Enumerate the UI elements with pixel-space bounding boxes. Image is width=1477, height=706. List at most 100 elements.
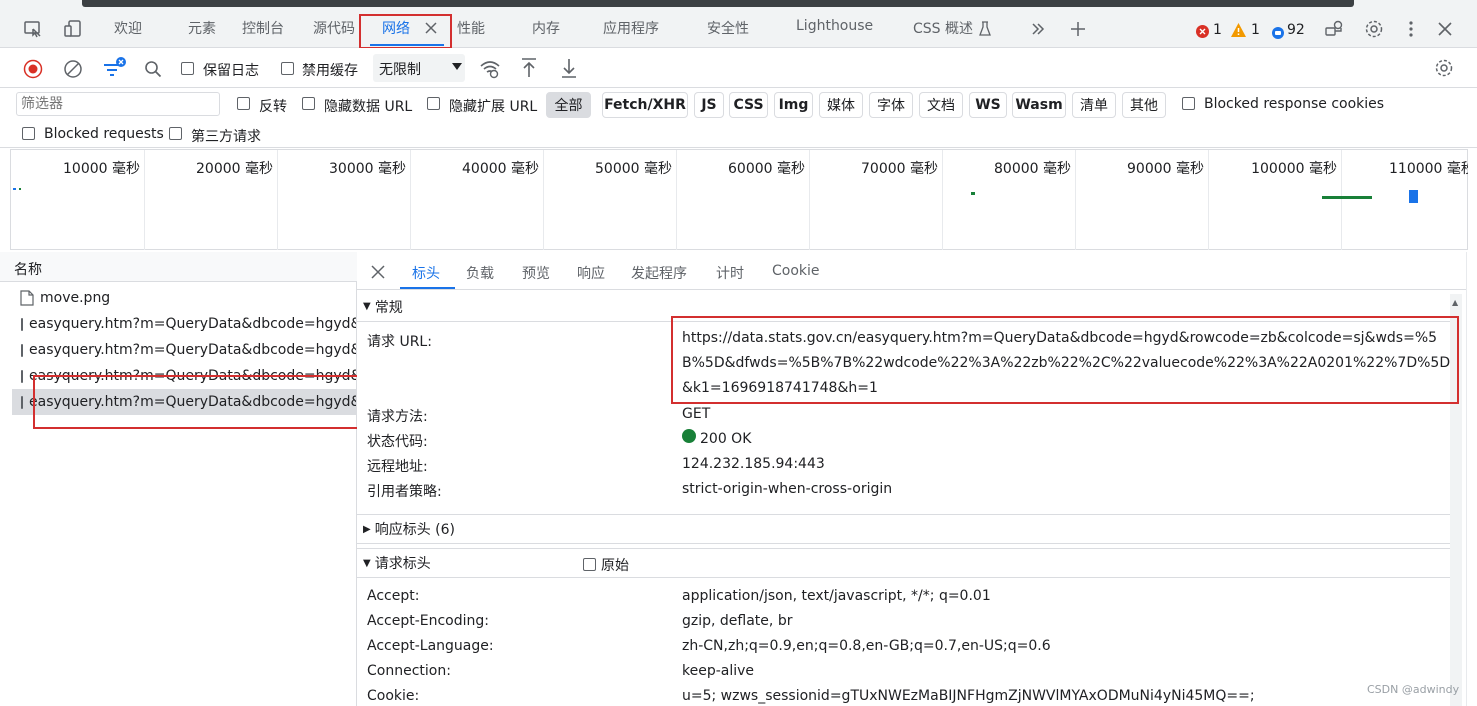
more-options-icon[interactable] (1403, 18, 1419, 40)
blocked-cookies-checkbox[interactable] (1182, 97, 1195, 110)
timeline-request-bar (1409, 190, 1418, 203)
tab-application[interactable]: 应用程序 (603, 18, 659, 42)
import-har-icon[interactable] (518, 56, 540, 80)
tab-css-overview[interactable]: CSS 概述 (913, 18, 973, 42)
filter-type-manifest[interactable]: 清单 (1072, 92, 1116, 118)
close-tab-icon[interactable] (422, 19, 440, 37)
list-item-name: move.png (40, 290, 111, 306)
timeline-request-bar (971, 192, 975, 195)
request-headers-section-header[interactable]: ▼ 请求标头 原始 (357, 548, 1450, 578)
detail-tab-payload[interactable]: 负载 (466, 263, 494, 283)
timeline-column: 110000 毫秒 (1342, 150, 1468, 250)
device-toggle-icon[interactable] (62, 18, 84, 40)
inspect-element-icon[interactable] (22, 18, 44, 40)
more-tabs-icon[interactable] (1028, 18, 1048, 40)
tab-network[interactable]: 网络 (382, 18, 410, 42)
general-section-header[interactable]: ▼ 常规 (357, 292, 1450, 322)
settings-gear-icon[interactable] (1363, 18, 1385, 40)
export-har-icon[interactable] (558, 56, 580, 80)
list-item-name: easyquery.htm?m=QueryData&dbcode=hgyd&ro… (29, 394, 356, 410)
list-header[interactable]: 名称 (0, 252, 357, 282)
header-value: zh-CN,zh;q=0.9,en;q=0.8,en-GB;q=0.7,en-U… (682, 638, 1051, 654)
list-item[interactable]: easyquery.htm?m=QueryData&dbcode=hgyd&ro… (12, 337, 356, 363)
request-detail-pane: 标头 负载 预览 响应 发起程序 计时 Cookie ▼ 常规 请求 URL: … (357, 252, 1477, 706)
browser-edge (82, 0, 1354, 7)
timeline-column: 50000 毫秒 (544, 150, 677, 250)
tab-performance[interactable]: 性能 (457, 18, 485, 42)
add-tab-icon[interactable] (1068, 18, 1088, 40)
detail-tab-headers[interactable]: 标头 (412, 263, 440, 283)
list-item[interactable]: easyquery.htm?m=QueryData&dbcode=hgyd&ro… (12, 363, 356, 389)
status-ok-icon (682, 429, 696, 443)
invert-checkbox[interactable] (237, 97, 250, 110)
warning-icon (1230, 23, 1246, 37)
detail-tab-timing[interactable]: 计时 (716, 263, 744, 283)
filter-type-other[interactable]: 其他 (1122, 92, 1166, 118)
filter-type-font[interactable]: 字体 (869, 92, 913, 118)
outer-scrollbar[interactable] (1466, 252, 1477, 706)
tab-elements[interactable]: 元素 (188, 18, 216, 42)
filter-type-js[interactable]: JS (694, 92, 724, 118)
raw-headers-checkbox[interactable] (583, 558, 596, 571)
detail-tab-initiator[interactable]: 发起程序 (631, 263, 687, 283)
filter-type-all[interactable]: 全部 (546, 92, 591, 118)
tab-security[interactable]: 安全性 (707, 18, 749, 42)
issues-icon (1271, 26, 1284, 39)
throttle-select[interactable]: 无限制 (373, 54, 465, 82)
filter-type-ws[interactable]: WS (969, 92, 1007, 118)
issues-count[interactable]: 92 (1287, 22, 1305, 38)
filter-toggle-icon[interactable] (101, 56, 127, 80)
devtools-tab-bar: 欢迎 元素 控制台 源代码 网络 性能 内存 应用程序 安全性 Lighthou… (0, 0, 1477, 48)
hide-data-urls-checkbox[interactable] (302, 97, 315, 110)
third-party-checkbox[interactable] (169, 127, 182, 140)
detail-tab-cookies[interactable]: Cookie (772, 263, 820, 279)
warning-count[interactable]: 1 (1251, 22, 1260, 38)
filter-type-doc[interactable]: 文档 (919, 92, 963, 118)
close-devtools-icon[interactable] (1435, 19, 1455, 39)
blocked-requests-checkbox[interactable] (22, 127, 35, 140)
filter-type-fetch-xhr[interactable]: Fetch/XHR (602, 92, 688, 118)
filter-type-wasm[interactable]: Wasm (1012, 92, 1066, 118)
connect-devices-icon[interactable] (1323, 18, 1345, 40)
list-item-name: easyquery.htm?m=QueryData&dbcode=hgyd&ro… (29, 316, 356, 332)
record-stop-icon[interactable] (22, 58, 44, 80)
response-headers-section-header[interactable]: ▶ 响应标头 (6) (357, 514, 1450, 544)
detail-tab-preview[interactable]: 预览 (522, 263, 550, 283)
filter-type-img[interactable]: Img (774, 92, 813, 118)
search-icon[interactable] (142, 58, 164, 80)
tab-welcome[interactable]: 欢迎 (114, 18, 142, 42)
clear-icon[interactable] (62, 58, 84, 80)
tab-console[interactable]: 控制台 (242, 18, 284, 42)
disable-cache-checkbox[interactable] (281, 62, 294, 75)
preserve-log-checkbox[interactable] (181, 62, 194, 75)
timeline-tick-label: 50000 毫秒 (595, 161, 672, 177)
network-conditions-icon[interactable] (478, 58, 502, 80)
xhr-icon (21, 395, 23, 409)
filter-input[interactable] (16, 92, 220, 116)
timeline-tick-label: 20000 毫秒 (196, 161, 273, 177)
tab-lighthouse[interactable]: Lighthouse (796, 18, 873, 42)
invert-label: 反转 (259, 99, 287, 115)
tab-memory[interactable]: 内存 (532, 18, 560, 42)
detail-scrollbar[interactable]: ▲ (1450, 294, 1462, 706)
scroll-up-icon[interactable]: ▲ (1452, 298, 1458, 307)
list-item-selected[interactable]: easyquery.htm?m=QueryData&dbcode=hgyd&ro… (12, 389, 356, 415)
filter-type-css[interactable]: CSS (729, 92, 768, 118)
filter-type-media[interactable]: 媒体 (819, 92, 863, 118)
timeline-request-bar (1322, 196, 1372, 199)
error-count[interactable]: 1 (1213, 22, 1222, 38)
list-item[interactable]: easyquery.htm?m=QueryData&dbcode=hgyd&ro… (12, 311, 356, 337)
throttle-value: 无限制 (379, 62, 421, 78)
list-item[interactable]: move.png (12, 285, 356, 311)
timeline-overview[interactable]: 10000 毫秒 20000 毫秒 30000 毫秒 40000 毫秒 5000… (10, 149, 1468, 250)
timeline-tick-label: 60000 毫秒 (728, 161, 805, 177)
close-detail-icon[interactable] (369, 263, 387, 281)
name-column-header[interactable]: 名称 (14, 259, 42, 279)
tab-sources[interactable]: 源代码 (313, 18, 355, 42)
hide-ext-urls-checkbox[interactable] (427, 97, 440, 110)
referrer-policy-label: 引用者策略: (367, 484, 442, 500)
network-settings-gear-icon[interactable] (1433, 57, 1455, 79)
status-code-value: 200 OK (700, 431, 752, 447)
detail-tab-response[interactable]: 响应 (577, 263, 605, 283)
request-list: 名称 move.png easyquery.htm?m=QueryData&db… (0, 252, 357, 706)
